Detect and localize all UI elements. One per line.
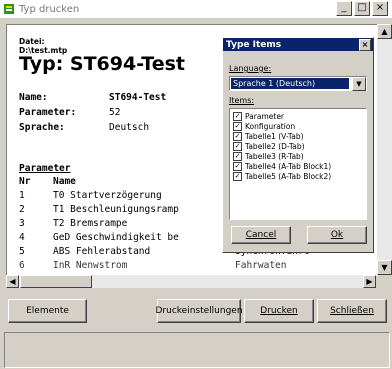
list-item[interactable]: ✓ Tabelle2 (D-Tab) [233, 142, 305, 151]
vertical-scrollbar[interactable]: ▲ ▼ [377, 24, 392, 275]
panel-title: Type Items [226, 39, 282, 50]
field-key: Parameter: [19, 107, 77, 118]
field-value: Deutsch [109, 122, 150, 133]
row-nr: 4 [19, 232, 25, 243]
window-title: Typ drucken [19, 3, 80, 15]
row-nr: 6 [19, 260, 25, 271]
scroll-left-icon[interactable]: ◀ [6, 275, 19, 288]
field-value: ST694-Test [109, 92, 167, 103]
elemente-button[interactable]: Elemente [8, 299, 87, 323]
row-nr: 1 [19, 190, 25, 201]
scroll-up-icon[interactable]: ▲ [377, 24, 392, 39]
row-name: T0 Startverzögerung [53, 190, 162, 201]
checkbox-icon[interactable]: ✓ [233, 112, 242, 121]
row-nr: 3 [19, 218, 25, 229]
list-item[interactable]: ✓ Parameter [233, 112, 284, 121]
scroll-down-icon[interactable]: ▼ [377, 260, 392, 275]
status-area [4, 332, 390, 368]
items-list: ✓ Parameter ✓ Konfiguration ✓ Tabelle1 (V-T… [229, 108, 367, 220]
checkbox-icon[interactable]: ✓ [233, 132, 242, 141]
field-key: Sprache: [19, 122, 65, 133]
title-bar: Typ drucken _ □ × [0, 0, 392, 18]
table-header: Nr Name [19, 176, 76, 187]
table-row: 2 T1 Beschleunigungsramp [19, 204, 179, 215]
panel-title-bar: Type Items × [223, 38, 373, 51]
table-row: 1 T0 Startverzögerung [19, 190, 162, 201]
table-row: 3 T2 Bremsrampe [19, 218, 127, 229]
language-value: Sprache 1 (Deutsch) [231, 78, 349, 89]
document-heading: Typ: ST694-Test [19, 53, 186, 75]
row-name: InR Nenwstrom [53, 260, 128, 271]
column-nr: Nr [19, 176, 31, 187]
horizontal-scrollbar[interactable]: ◀ ▶ [6, 275, 376, 288]
row-nr: 5 [19, 246, 25, 257]
field-value: 52 [109, 107, 121, 118]
list-item[interactable]: ✓ Tabelle5 (A-Tab Block2) [233, 172, 331, 181]
maximize-button[interactable]: □ [354, 1, 370, 16]
section-title: Parameter [19, 163, 71, 174]
chevron-down-icon[interactable]: ▼ [352, 77, 366, 91]
cancel-button[interactable]: Cancel [231, 226, 291, 244]
checkbox-icon[interactable]: ✓ [233, 162, 242, 171]
minimize-button[interactable]: _ [336, 1, 352, 16]
type-items-panel: Type Items × Language: Sprache 1 (Deutsc… [222, 37, 374, 253]
print-window: Typ drucken _ □ × Datei: D:\test.mtp Typ… [0, 0, 392, 369]
checkbox-icon[interactable]: ✓ [233, 122, 242, 131]
scroll-right-icon[interactable]: ▶ [363, 275, 376, 288]
item-label: Tabelle1 (V-Tab) [245, 132, 304, 141]
list-item[interactable]: ✓ Tabelle4 (A-Tab Block1) [233, 162, 331, 171]
item-label: Tabelle3 (R-Tab) [245, 152, 304, 161]
field-sprache: Sprache: Deutsch [19, 122, 149, 133]
row-name: T1 Beschleunigungsramp [53, 204, 179, 215]
scroll-thumb[interactable] [20, 275, 92, 288]
items-label: Items: [229, 96, 255, 105]
row-extra: Fahrwaten [235, 260, 287, 271]
row-name: T2 Bremsrampe [53, 218, 128, 229]
app-icon [3, 3, 15, 15]
item-label: Tabelle2 (D-Tab) [245, 142, 305, 151]
row-name: GeD Geschwindigkeit be [53, 232, 179, 243]
item-label: Parameter [245, 112, 285, 121]
ok-button[interactable]: Ok [307, 226, 367, 244]
list-item[interactable]: ✓ Tabelle3 (R-Tab) [233, 152, 304, 161]
column-name: Name [53, 176, 76, 187]
item-label: Tabelle4 (A-Tab Block1) [245, 162, 332, 171]
list-item[interactable]: ✓ Konfiguration [233, 122, 295, 131]
table-row: 6 InR Nenwstrom Fahrwaten [19, 260, 286, 271]
item-label: Tabelle5 (A-Tab Block2) [245, 172, 332, 181]
list-item[interactable]: ✓ Tabelle1 (V-Tab) [233, 132, 304, 141]
language-label: Language: [229, 64, 272, 73]
language-select[interactable]: Sprache 1 (Deutsch) ▼ [229, 76, 367, 91]
checkbox-icon[interactable]: ✓ [233, 172, 242, 181]
table-row: 4 GeD Geschwindigkeit be [19, 232, 179, 243]
drucken-button[interactable]: Drucken [244, 299, 314, 323]
row-nr: 2 [19, 204, 25, 215]
checkbox-icon[interactable]: ✓ [233, 142, 242, 151]
field-name: Name: ST694-Test [19, 92, 166, 103]
panel-close-icon[interactable]: × [359, 39, 371, 51]
item-label: Konfiguration [245, 122, 296, 131]
row-name: ABS Fehlerabstand [53, 246, 151, 257]
checkbox-icon[interactable]: ✓ [233, 152, 242, 161]
field-parameter: Parameter: 52 [19, 107, 120, 118]
field-key: Name: [19, 92, 48, 103]
close-button[interactable]: × [372, 1, 388, 16]
druckeinstellungen-button[interactable]: Druckeinstellungen [155, 299, 243, 323]
schliessen-button[interactable]: Schließen [317, 299, 387, 323]
